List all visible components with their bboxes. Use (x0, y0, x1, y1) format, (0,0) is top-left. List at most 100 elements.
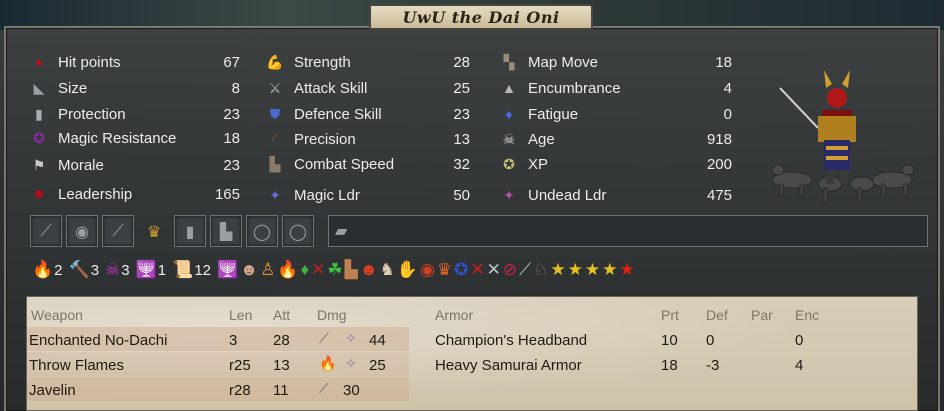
stat-age[interactable]: ☠ Age 918 (498, 128, 732, 150)
stat-strength[interactable]: 💪 Strength 28 (264, 51, 470, 73)
stat-label: Strength (294, 53, 351, 71)
effect-item[interactable]: 📜 12 (172, 257, 215, 283)
shield-slot[interactable]: ◉ (66, 215, 98, 247)
bow-slot[interactable]: ⟋ (102, 215, 134, 247)
body-armor-slot[interactable]: ▮ (174, 215, 206, 247)
effect-item[interactable]: ⊘ (503, 257, 517, 283)
boots-slot[interactable]: ▙ (210, 215, 242, 247)
effect-item[interactable]: ♙ (260, 257, 275, 283)
armor-enc: 0 (795, 332, 804, 349)
oni-samurai-portrait-icon (771, 70, 915, 203)
effect-item[interactable]: ♞ (380, 257, 395, 283)
leadership-star-icon: ✸ (33, 185, 45, 202)
effect-item[interactable]: ☻ (240, 257, 258, 283)
stat-magic-leadership[interactable]: ✦ Magic Ldr 50 (264, 184, 470, 206)
stat-value: 18 (715, 53, 732, 71)
stat-value: 13 (453, 130, 470, 148)
head-slot[interactable]: ♛ (138, 215, 170, 247)
effect-item[interactable]: ✋ (397, 257, 418, 283)
effect-item[interactable]: ★ (568, 257, 583, 283)
bow-icon: ◜ (272, 130, 278, 147)
effect-item[interactable]: ⟋ (519, 257, 531, 283)
effect-item[interactable]: 🔨 3 (69, 257, 104, 283)
stat-xp[interactable]: ✪ XP 200 (498, 153, 732, 175)
armor-def: 0 (706, 332, 715, 349)
effect-item[interactable]: ✕ (487, 257, 501, 283)
boots-icon: ▙ (269, 155, 281, 172)
stat-label: Magic Resistance (58, 129, 177, 147)
effect-item[interactable]: ★ (619, 257, 634, 283)
effect-item[interactable]: ☘ (327, 257, 342, 283)
effect-item[interactable]: 🕎 (217, 257, 238, 283)
len-header: Len (229, 307, 253, 323)
stat-label: Protection (58, 105, 126, 123)
effect-item[interactable]: ✕ (311, 257, 325, 283)
effect-item[interactable]: ♘ (533, 257, 548, 283)
stat-defence-skill[interactable]: ⛊ Defence Skill 23 (264, 103, 470, 125)
stat-undead-leadership[interactable]: ✦ Undead Ldr 475 (498, 184, 732, 206)
stat-value: 32 (453, 155, 470, 173)
special-abilities-row: 🔥 2 🔨 3 ☠ 3 🕎 1 📜 12 🕎 ☻ ♙ 🔥 ♦ ✕ ☘ ▙ ☻ ♞ ✋ ◉ ♛ ✪ ✕ ✕ ⊘ ⟋ ♘ ★ ★ ★ ★ ★ (32, 256, 637, 284)
idol-icon: ♙ (260, 260, 276, 279)
def-header: Def (706, 307, 728, 323)
effect-item[interactable]: 🕎 1 (136, 257, 171, 283)
effect-count: 3 (121, 261, 130, 279)
weapon-len: r28 (229, 382, 251, 399)
stat-encumbrance[interactable]: ▲ Encumbrance 4 (498, 77, 732, 99)
stat-hit-points[interactable]: ♦ Hit points 67 (28, 51, 240, 73)
effect-item[interactable]: 🔥 2 (32, 257, 67, 283)
effect-item[interactable]: ★ (602, 257, 617, 283)
effect-item[interactable]: ♦ (300, 257, 309, 283)
magic-leader-icon: ✦ (269, 186, 281, 203)
ring-slot-2[interactable]: ◯ (282, 215, 314, 247)
shield-icon: ⛊ (269, 105, 281, 122)
effect-count: 3 (90, 261, 100, 279)
effect-item[interactable]: ▙ (345, 257, 358, 283)
stat-precision[interactable]: ◜ Precision 13 (264, 128, 470, 150)
effect-item[interactable]: ✪ (454, 257, 468, 283)
demon-head-icon: ☻ (359, 260, 378, 279)
stat-morale[interactable]: ⚑ Morale 23 (28, 154, 240, 176)
stat-map-move[interactable]: ▚ Map Move 18 (498, 51, 732, 73)
red-star-icon: ★ (619, 260, 635, 279)
stat-value: 23 (223, 105, 240, 123)
stat-label: Precision (294, 130, 356, 148)
scroll-icon: 📜 (172, 260, 194, 279)
fire-damage-icon: 🔥 (319, 356, 337, 372)
stat-size[interactable]: ◣ Size 8 (28, 77, 240, 99)
effect-item[interactable]: ✕ (470, 257, 484, 283)
effect-count: 1 (157, 261, 167, 279)
effect-item[interactable]: ☠ 3 (105, 257, 134, 283)
stat-label: Map Move (528, 53, 599, 71)
gold-star-icon-1: ★ (550, 260, 566, 279)
weapon-slot[interactable]: ⟋ (30, 215, 62, 247)
effect-item[interactable]: ★ (585, 257, 600, 283)
stat-fatigue[interactable]: ♦ Fatigue 0 (498, 103, 732, 125)
poison-drop-icon: ♦ (300, 260, 310, 279)
effect-item[interactable]: ♛ (437, 257, 452, 283)
sword-damage-icon: ⟋ (319, 331, 329, 347)
magic-sparkle-icon: ✧ (345, 331, 357, 347)
eye-icon: ◉ (420, 260, 435, 279)
effect-item[interactable]: 🔥 (277, 257, 298, 283)
stat-combat-speed[interactable]: ▙ Combat Speed 32 (264, 153, 470, 175)
dmg-header: Dmg (317, 307, 347, 323)
stat-label: Undead Ldr (528, 186, 607, 204)
effect-item[interactable]: ☻ (360, 257, 378, 283)
stat-value: 4 (723, 79, 732, 97)
stat-leadership[interactable]: ✸ Leadership 165 (28, 183, 240, 205)
stat-magic-resistance[interactable]: ✪ Magic Resistance 18 (28, 127, 240, 149)
crossed-swords-icon: ✕ (486, 260, 501, 279)
crossed-swords-red-icon: ✕ (470, 260, 485, 279)
stat-value: 67 (223, 53, 240, 71)
pentagram-icon: ✪ (33, 129, 45, 146)
effect-item[interactable]: ★ (550, 257, 565, 283)
stat-attack-skill[interactable]: ⚔ Attack Skill 25 (264, 77, 470, 99)
effect-item[interactable]: ◉ (420, 257, 435, 283)
misc-slot-bar[interactable]: ▰ (328, 215, 928, 247)
goat-icon: ♞ (379, 260, 395, 279)
stat-label: Age (528, 130, 555, 148)
stat-protection[interactable]: ▮ Protection 23 (28, 103, 240, 125)
weapon-dmg: 30 (343, 382, 360, 399)
ring-slot[interactable]: ◯ (246, 215, 278, 247)
